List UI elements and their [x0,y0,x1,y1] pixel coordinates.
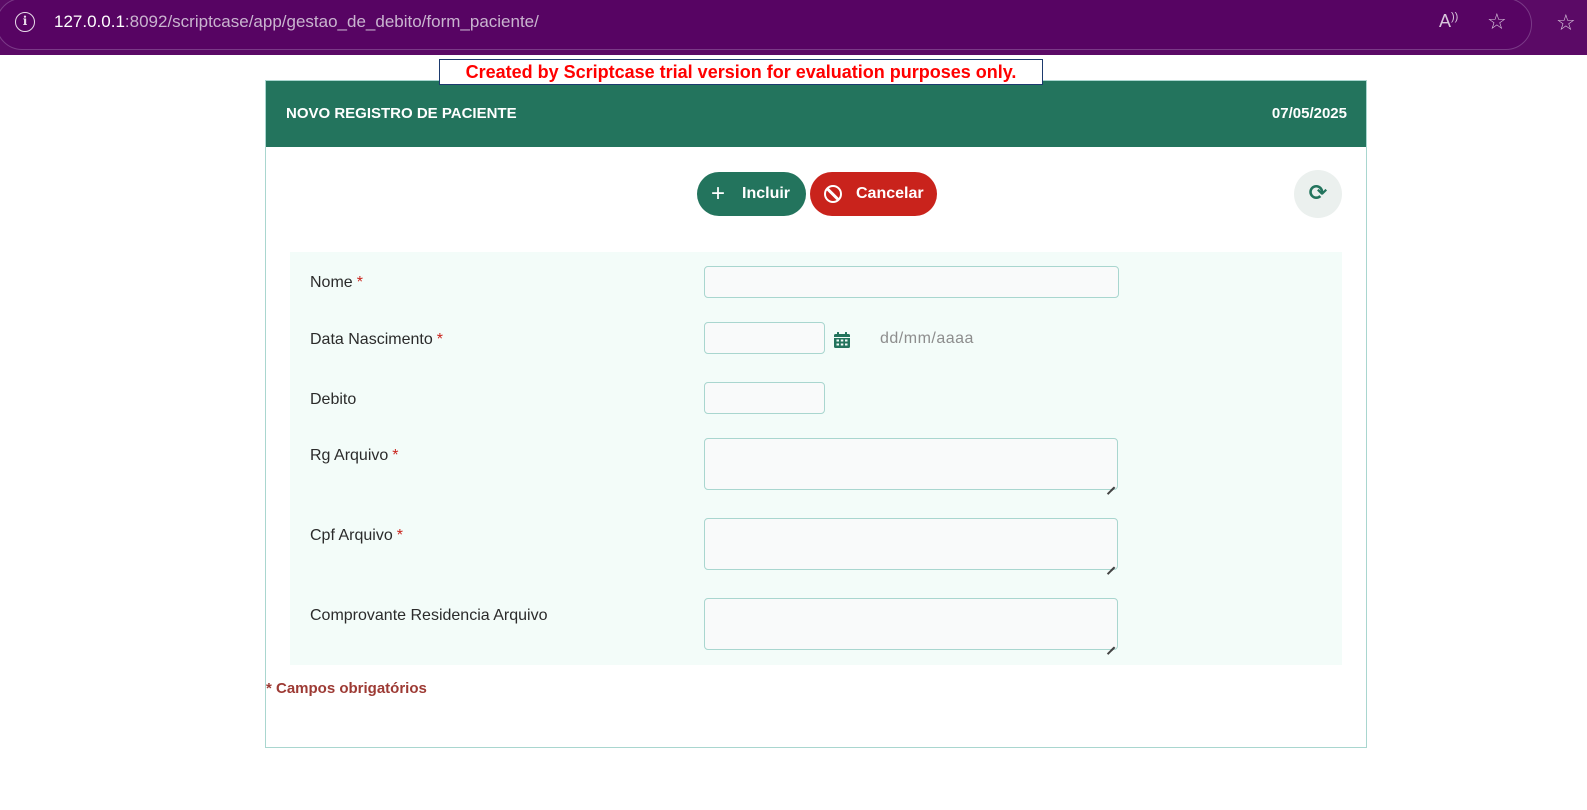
calendar-icon[interactable] [833,331,851,349]
resize-grip-icon[interactable] [1106,558,1115,567]
trial-banner: Created by Scriptcase trial version for … [439,59,1043,85]
resize-grip-icon[interactable] [1106,638,1115,647]
form-header: NOVO REGISTRO DE PACIENTE 07/05/2025 [266,81,1366,147]
refresh-button[interactable]: ⟳ [1294,170,1342,218]
fields-panel: Nome * Data Nascimento * dd/mm/aaaa Debito… [290,252,1342,665]
debito-label: Debito [310,391,357,408]
comprovante-residencia-textarea[interactable] [704,598,1118,650]
resize-grip-icon[interactable] [1106,478,1115,487]
ban-icon [824,185,842,203]
incluir-label: Incluir [742,185,791,202]
cpf-arquivo-textarea[interactable] [704,518,1118,570]
data-nascimento-input[interactable] [704,322,825,354]
cancelar-label: Cancelar [856,185,924,202]
required-marker: * [436,331,443,348]
debito-input[interactable] [704,382,825,414]
plus-icon: + [711,180,726,207]
refresh-icon: ⟳ [1308,180,1328,205]
address-field[interactable]: i 127.0.0.1:8092/scriptcase/app/gestao_d… [0,0,1532,50]
nome-label: Nome * [310,274,363,291]
browser-address-bar: i 127.0.0.1:8092/scriptcase/app/gestao_d… [0,0,1587,55]
url-text[interactable]: 127.0.0.1:8092/scriptcase/app/gestao_de_… [54,12,539,32]
required-fields-note: * Campos obrigatórios [266,680,427,697]
nome-input[interactable] [704,266,1119,298]
date-format-hint: dd/mm/aaaa [880,330,974,347]
read-aloud-icon[interactable]: A)) [1439,11,1458,32]
url-path: :8092/scriptcase/app/gestao_de_debito/fo… [124,12,539,31]
favorites-icon[interactable]: ☆ [1556,10,1576,36]
rg-arquivo-label: Rg Arquivo * [310,447,399,464]
incluir-button[interactable]: + Incluir [697,172,806,216]
cancelar-button[interactable]: Cancelar [810,172,937,216]
url-host: 127.0.0.1 [54,12,125,31]
patient-form: NOVO REGISTRO DE PACIENTE 07/05/2025 + I… [265,80,1367,748]
rg-arquivo-textarea[interactable] [704,438,1118,490]
data-nascimento-label: Data Nascimento * [310,331,443,348]
required-marker: * [396,527,403,544]
required-marker: * [356,274,363,291]
comprovante-residencia-label: Comprovante Residencia Arquivo [310,607,548,624]
form-date: 07/05/2025 [1271,105,1347,122]
form-title: NOVO REGISTRO DE PACIENTE [286,105,517,122]
required-marker: * [392,447,399,464]
favorite-star-icon[interactable]: ☆ [1487,9,1507,35]
info-icon[interactable]: i [15,12,35,32]
cpf-arquivo-label: Cpf Arquivo * [310,527,403,544]
